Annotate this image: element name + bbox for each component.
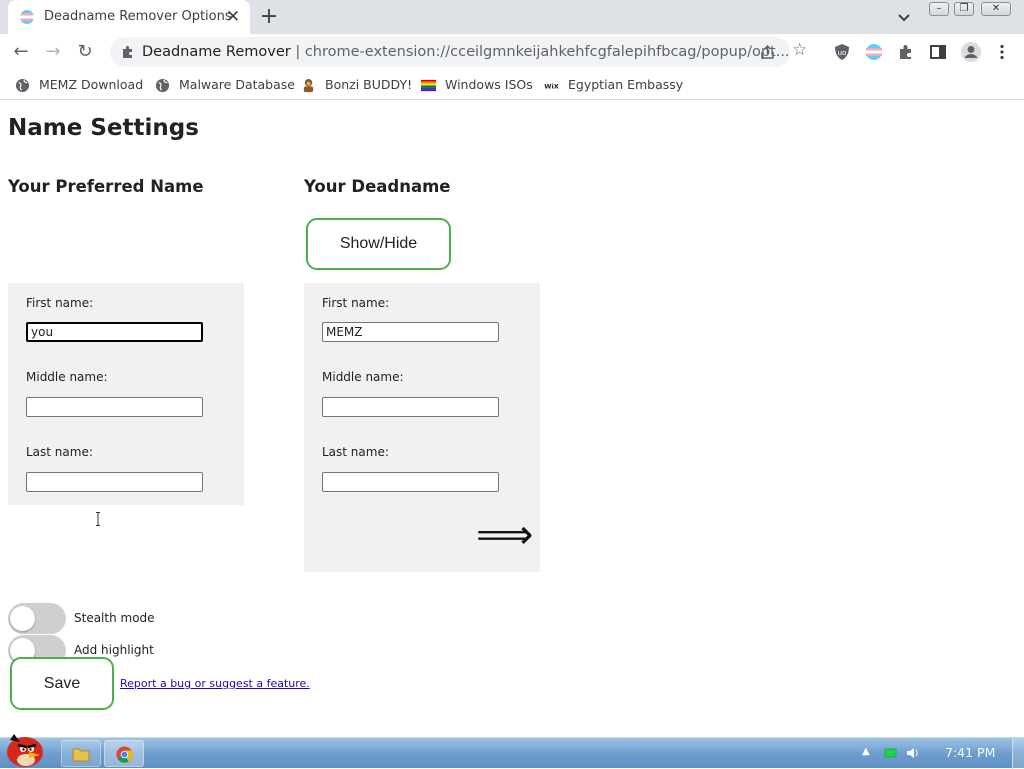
- show-hide-button[interactable]: Show/Hide: [306, 218, 451, 270]
- deadname-first-name-label: First name:: [322, 296, 390, 310]
- forward-button[interactable]: →: [42, 41, 64, 63]
- preferred-last-name-label: Last name:: [26, 445, 93, 459]
- tab-strip: Deadname Remover Options ✕ + – ❐ ✕: [0, 0, 1024, 34]
- bookmark-malware-database[interactable]: Malware Database: [155, 76, 295, 94]
- options-page: Name Settings Your Preferred Name Your D…: [0, 101, 1024, 737]
- close-window-button[interactable]: ✕: [981, 2, 1011, 16]
- kebab-menu-icon[interactable]: [993, 43, 1011, 61]
- volume-icon[interactable]: [906, 746, 920, 760]
- reload-button[interactable]: ↻: [74, 41, 96, 63]
- tab-title: Deadname Remover Options: [44, 9, 232, 24]
- taskbar: ▲ 7:41 PM: [0, 734, 1024, 769]
- preferred-middle-name-input[interactable]: [26, 397, 203, 417]
- deadname-heading: Your Deadname: [304, 177, 451, 196]
- bookmark-bonzi-buddy[interactable]: Bonzi BUDDY!: [301, 76, 412, 94]
- svg-text:uo: uo: [838, 49, 847, 57]
- deadname-last-name-input[interactable]: [322, 472, 499, 492]
- bookmarks-bar: MEMZ Download Malware Database Bonzi BUD…: [0, 70, 1024, 100]
- side-panel-icon[interactable]: [929, 43, 947, 61]
- trans-flag-extension-icon[interactable]: [865, 43, 883, 61]
- taskbar-explorer[interactable]: [61, 740, 101, 767]
- add-highlight-label: Add highlight: [74, 643, 154, 657]
- extensions-puzzle-icon[interactable]: [897, 43, 915, 61]
- bookmark-windows-isos[interactable]: Windows ISOs: [421, 76, 533, 94]
- text-cursor-icon: [96, 512, 100, 526]
- stealth-mode-toggle[interactable]: [8, 603, 66, 634]
- tray-expand-icon[interactable]: ▲: [862, 746, 870, 757]
- show-desktop-button[interactable]: [1012, 738, 1024, 769]
- globe-icon: [155, 78, 170, 93]
- deadname-panel: First name: Middle name: Last name: ⟹: [304, 283, 540, 572]
- preferred-first-name-label: First name:: [26, 296, 94, 310]
- rainbow-flag-icon: [421, 79, 436, 92]
- ublock-shield-icon[interactable]: uo: [833, 43, 851, 61]
- stealth-mode-label: Stealth mode: [74, 611, 155, 625]
- preferred-first-name-input[interactable]: [26, 322, 203, 342]
- toggle-knob: [10, 606, 35, 631]
- address-text: Deadname Remover | chrome-extension://cc…: [142, 44, 790, 60]
- address-bar[interactable]: Deadname Remover | chrome-extension://cc…: [110, 37, 807, 67]
- tab-deadname-options[interactable]: Deadname Remover Options ✕: [8, 0, 250, 34]
- preferred-middle-name-label: Middle name:: [26, 370, 108, 384]
- taskbar-chrome[interactable]: [104, 740, 144, 767]
- folder-icon: [72, 748, 90, 762]
- deadname-first-name-input[interactable]: [322, 322, 499, 342]
- browser-toolbar: ← → ↻ Deadname Remover | chrome-extensio…: [0, 34, 1024, 70]
- profile-avatar-icon[interactable]: [960, 41, 982, 63]
- new-tab-button[interactable]: +: [258, 6, 280, 28]
- bookmark-memz-download[interactable]: MEMZ Download: [15, 76, 143, 94]
- bookmark-star-icon[interactable]: ☆: [792, 40, 807, 60]
- globe-icon: [15, 78, 30, 93]
- chrome-icon: [116, 746, 133, 763]
- deadname-middle-name-label: Middle name:: [322, 370, 404, 384]
- double-arrow-icon[interactable]: ⟹: [476, 515, 533, 555]
- preferred-name-heading: Your Preferred Name: [8, 177, 204, 196]
- maximize-button[interactable]: ❐: [954, 2, 974, 16]
- wix-icon: WiX: [544, 82, 559, 90]
- bonzi-icon: [303, 78, 314, 93]
- trans-flag-favicon-icon: [20, 10, 34, 24]
- report-bug-link[interactable]: Report a bug or suggest a feature.: [120, 677, 310, 690]
- angry-bird-start-icon[interactable]: [2, 730, 48, 768]
- bookmark-egyptian-embassy[interactable]: WiX Egyptian Embassy: [544, 76, 683, 94]
- save-button[interactable]: Save: [10, 657, 114, 710]
- minimize-button[interactable]: –: [929, 2, 949, 16]
- back-button[interactable]: ←: [10, 41, 32, 63]
- battery-power-icon[interactable]: [884, 746, 898, 760]
- tab-close-icon[interactable]: ✕: [224, 8, 242, 26]
- preferred-last-name-input[interactable]: [26, 472, 203, 492]
- puzzle-icon: [123, 46, 132, 58]
- clock-time[interactable]: 7:41 PM: [945, 745, 995, 760]
- tab-search-chevron-icon[interactable]: [895, 8, 913, 26]
- svg-text:WiX: WiX: [544, 82, 559, 90]
- share-icon[interactable]: [760, 44, 776, 60]
- deadname-middle-name-input[interactable]: [322, 397, 499, 417]
- deadname-last-name-label: Last name:: [322, 445, 389, 459]
- preferred-name-panel: First name: Middle name: Last name:: [8, 283, 244, 526]
- page-title: Name Settings: [8, 115, 199, 141]
